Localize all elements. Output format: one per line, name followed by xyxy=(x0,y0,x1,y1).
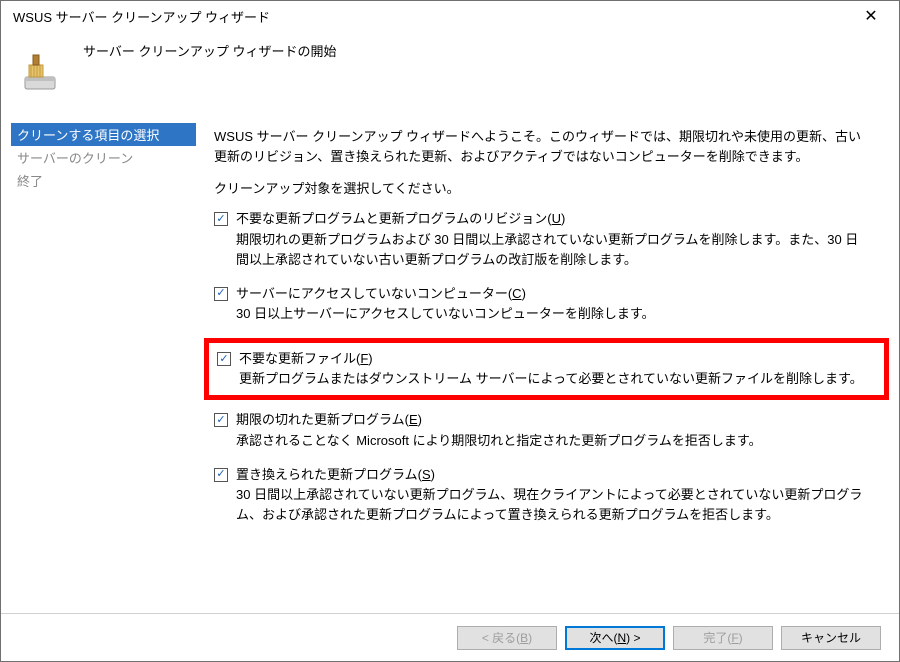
option-label[interactable]: 不要な更新ファイル(F) xyxy=(239,349,373,369)
cancel-button[interactable]: キャンセル xyxy=(781,626,881,650)
highlight-box: ✓ 不要な更新ファイル(F) 更新プログラムまたはダウンストリーム サーバーによ… xyxy=(204,338,889,400)
option-label[interactable]: 不要な更新プログラムと更新プログラムのリビジョン(U) xyxy=(236,209,565,229)
wizard-footer: < 戻る(B) 次へ(N) > 完了(F) キャンセル xyxy=(1,613,899,661)
sidebar-item-label: 終了 xyxy=(17,174,43,189)
wizard-body: クリーンする項目の選択 サーバーのクリーン 終了 WSUS サーバー クリーンア… xyxy=(1,115,899,613)
next-button[interactable]: 次へ(N) > xyxy=(565,626,665,650)
check-icon: ✓ xyxy=(216,288,225,299)
option-label[interactable]: 期限の切れた更新プログラム(E) xyxy=(236,410,422,430)
check-icon: ✓ xyxy=(216,214,225,225)
option-row: ✓ 不要な更新プログラムと更新プログラムのリビジョン(U) xyxy=(214,209,869,229)
option-description: 更新プログラムまたはダウンストリーム サーバーによって必要とされていない更新ファ… xyxy=(239,369,876,389)
prompt-text: クリーンアップ対象を選択してください。 xyxy=(214,179,869,199)
option-superseded-updates: ✓ 置き換えられた更新プログラム(S) 30 日間以上承認されていない更新プログ… xyxy=(214,465,869,525)
option-label[interactable]: サーバーにアクセスしていないコンピューター(C) xyxy=(236,284,526,304)
option-label[interactable]: 置き換えられた更新プログラム(S) xyxy=(236,465,435,485)
intro-text: WSUS サーバー クリーンアップ ウィザードへようこそ。このウィザードでは、期… xyxy=(214,127,869,167)
window-title: WSUS サーバー クリーンアップ ウィザード xyxy=(9,7,851,26)
check-icon: ✓ xyxy=(216,415,225,426)
wizard-header: サーバー クリーンアップ ウィザードの開始 xyxy=(1,31,899,115)
option-description: 30 日間以上承認されていない更新プログラム、現在クライアントによって必要とされ… xyxy=(236,485,869,525)
checkbox-unneeded-files[interactable]: ✓ xyxy=(217,352,231,366)
sidebar-item-finish[interactable]: 終了 xyxy=(11,169,196,192)
close-icon: ✕ xyxy=(864,6,877,26)
close-button[interactable]: ✕ xyxy=(851,2,891,30)
sidebar-item-label: サーバーのクリーン xyxy=(17,151,133,166)
option-expired-updates: ✓ 期限の切れた更新プログラム(E) 承認されることなく Microsoft に… xyxy=(214,410,869,450)
option-unneeded-files: ✓ 不要な更新ファイル(F) 更新プログラムまたはダウンストリーム サーバーによ… xyxy=(217,349,876,389)
wizard-subtitle: サーバー クリーンアップ ウィザードの開始 xyxy=(83,41,336,60)
sidebar-item-clean-server[interactable]: サーバーのクリーン xyxy=(11,146,196,169)
sidebar: クリーンする項目の選択 サーバーのクリーン 終了 xyxy=(1,115,196,613)
option-row: ✓ 不要な更新ファイル(F) xyxy=(217,349,876,369)
check-icon: ✓ xyxy=(216,469,225,480)
option-row: ✓ 期限の切れた更新プログラム(E) xyxy=(214,410,869,430)
wizard-window: WSUS サーバー クリーンアップ ウィザード ✕ サーバー クリーンアップ ウ… xyxy=(0,0,900,662)
checkbox-superseded-updates[interactable]: ✓ xyxy=(214,468,228,482)
check-icon: ✓ xyxy=(219,354,228,365)
back-button[interactable]: < 戻る(B) xyxy=(457,626,557,650)
option-inactive-computers: ✓ サーバーにアクセスしていないコンピューター(C) 30 日以上サーバーにアク… xyxy=(214,284,869,324)
option-description: 期限切れの更新プログラムおよび 30 日間以上承認されていない更新プログラムを削… xyxy=(236,230,869,270)
checkbox-expired-updates[interactable]: ✓ xyxy=(214,413,228,427)
option-description: 承認されることなく Microsoft により期限切れと指定された更新プログラム… xyxy=(236,431,869,451)
option-row: ✓ 置き換えられた更新プログラム(S) xyxy=(214,465,869,485)
checkbox-inactive-computers[interactable]: ✓ xyxy=(214,287,228,301)
sidebar-item-label: クリーンする項目の選択 xyxy=(17,128,159,143)
checkbox-unused-updates[interactable]: ✓ xyxy=(214,212,228,226)
option-description: 30 日以上サーバーにアクセスしていないコンピューターを削除します。 xyxy=(236,304,869,324)
option-row: ✓ サーバーにアクセスしていないコンピューター(C) xyxy=(214,284,869,304)
sidebar-item-select-items[interactable]: クリーンする項目の選択 xyxy=(11,123,196,146)
main-content: WSUS サーバー クリーンアップ ウィザードへようこそ。このウィザードでは、期… xyxy=(196,115,899,613)
option-unused-updates: ✓ 不要な更新プログラムと更新プログラムのリビジョン(U) 期限切れの更新プログ… xyxy=(214,209,869,269)
titlebar: WSUS サーバー クリーンアップ ウィザード ✕ xyxy=(1,1,899,31)
cleanup-wizard-icon xyxy=(19,47,67,95)
finish-button[interactable]: 完了(F) xyxy=(673,626,773,650)
